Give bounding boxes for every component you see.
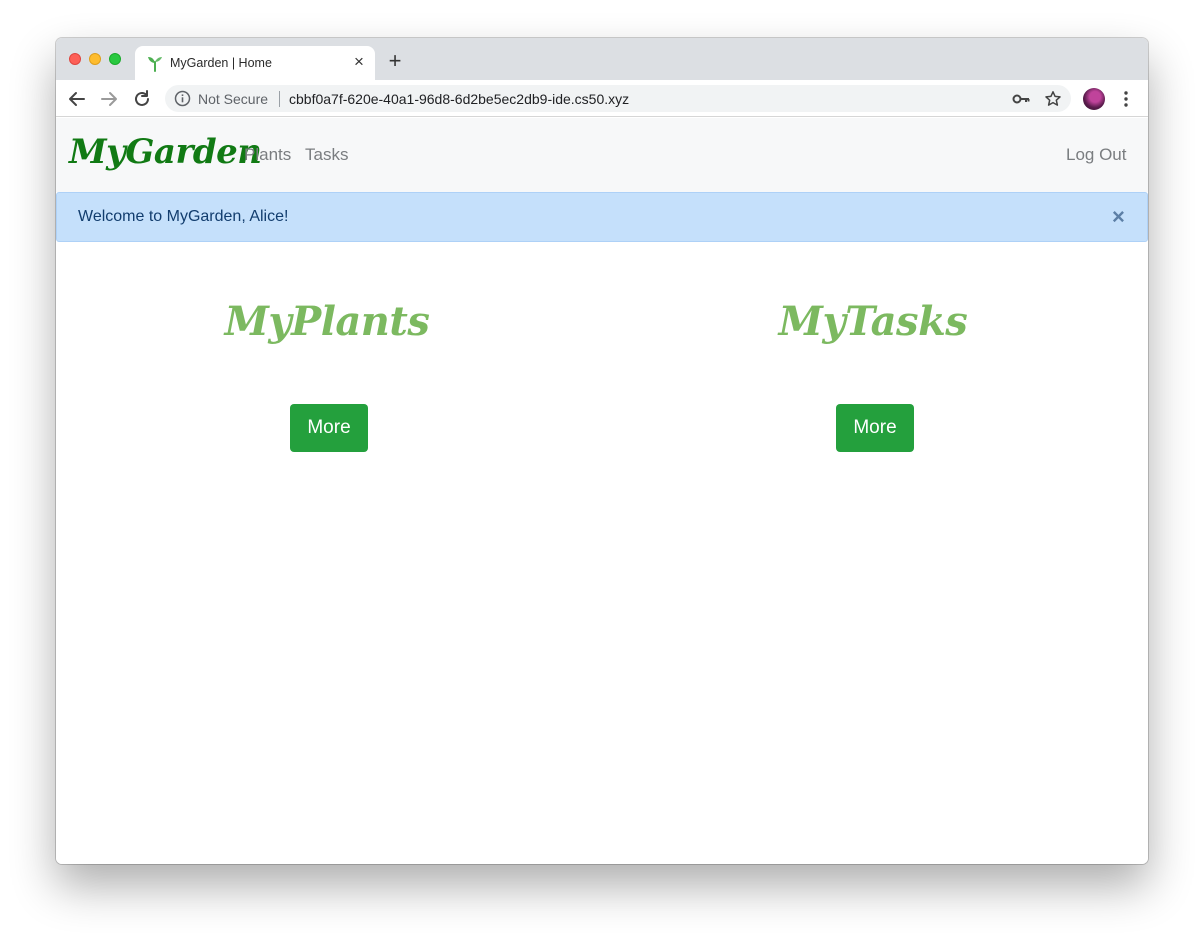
key-icon[interactable] [1012,91,1030,107]
address-bar[interactable]: Not Secure cbbf0a7f-620e-40a1-96d8-6d2be… [165,85,1071,112]
forward-icon[interactable] [98,88,120,110]
myplants-more-button[interactable]: More [290,404,368,452]
page-content: MyGarden Plants Tasks Log Out Welcome to… [56,118,1148,864]
new-tab-button[interactable]: + [385,50,405,72]
browser-window: MyGarden | Home × + Not Secure cbbf0a7f-… [56,38,1148,864]
browser-toolbar: Not Secure cbbf0a7f-620e-40a1-96d8-6d2be… [56,80,1148,117]
maximize-window-button[interactable] [109,53,121,65]
avatar[interactable] [1083,88,1105,110]
minimize-window-button[interactable] [89,53,101,65]
menu-icon[interactable] [1120,89,1132,109]
myplants-heading: MyPlants [224,298,430,345]
sprout-icon [148,57,162,72]
reload-icon[interactable] [131,88,153,110]
nav-link-plants[interactable]: Plants [244,145,291,165]
star-icon[interactable] [1044,90,1062,108]
url-text[interactable]: cbbf0a7f-620e-40a1-96d8-6d2be5ec2db9-ide… [289,91,629,107]
info-icon[interactable] [174,90,191,107]
back-icon[interactable] [66,88,88,110]
brand-logo[interactable]: MyGarden [69,132,262,172]
security-status: Not Secure [198,91,269,107]
url-separator [279,91,280,107]
logout-link[interactable]: Log Out [1066,145,1127,165]
mytasks-more-button[interactable]: More [836,404,914,452]
tab-title: MyGarden | Home [170,56,272,70]
alert-message: Welcome to MyGarden, Alice! [78,208,289,225]
site-navbar: MyGarden Plants Tasks Log Out [56,118,1148,192]
close-window-button[interactable] [69,53,81,65]
close-icon[interactable]: × [1112,206,1128,228]
nav-link-tasks[interactable]: Tasks [305,145,348,165]
mytasks-heading: MyTasks [778,298,968,345]
browser-tab[interactable]: MyGarden | Home × [135,46,375,80]
tab-close-icon[interactable]: × [350,53,368,71]
tab-strip: MyGarden | Home × + [56,38,1148,80]
welcome-alert: Welcome to MyGarden, Alice! × [56,192,1148,242]
